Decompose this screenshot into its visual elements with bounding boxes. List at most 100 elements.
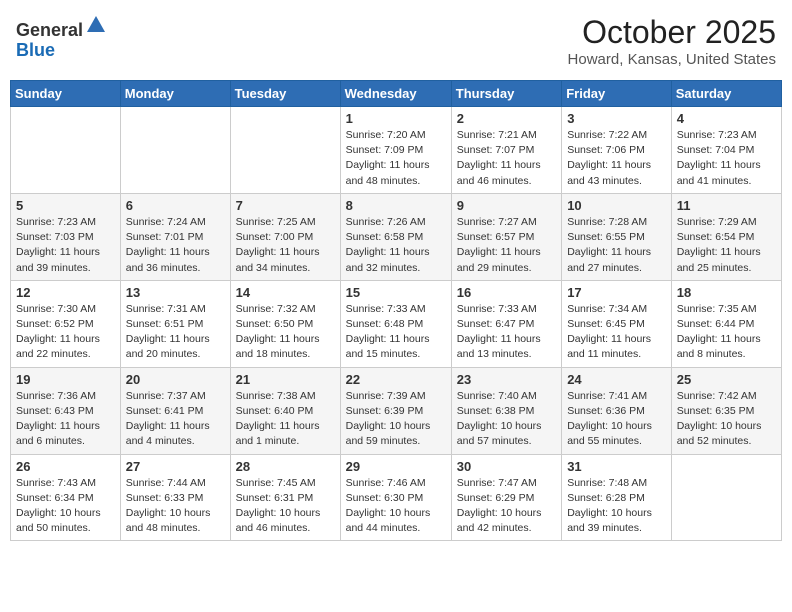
day-number: 13	[126, 285, 225, 300]
day-info: Sunrise: 7:38 AM Sunset: 6:40 PM Dayligh…	[236, 389, 335, 450]
day-number: 17	[567, 285, 666, 300]
day-number: 29	[346, 459, 446, 474]
day-info: Sunrise: 7:40 AM Sunset: 6:38 PM Dayligh…	[457, 389, 556, 450]
day-info: Sunrise: 7:44 AM Sunset: 6:33 PM Dayligh…	[126, 476, 225, 537]
day-number: 21	[236, 372, 335, 387]
calendar-week-row: 5 Sunrise: 7:23 AM Sunset: 7:03 PM Daylig…	[11, 193, 782, 280]
day-info: Sunrise: 7:33 AM Sunset: 6:47 PM Dayligh…	[457, 302, 556, 363]
day-number: 19	[16, 372, 115, 387]
title-block: October 2025 Howard, Kansas, United Stat…	[568, 14, 776, 68]
day-info: Sunrise: 7:46 AM Sunset: 6:30 PM Dayligh…	[346, 476, 446, 537]
day-number: 2	[457, 111, 556, 126]
calendar-day-cell: 9 Sunrise: 7:27 AM Sunset: 6:57 PM Daylig…	[451, 193, 561, 280]
calendar-day-cell: 1Sunrise: 7:20 AM Sunset: 7:09 PM Daylig…	[340, 107, 451, 194]
calendar-day-cell: 30 Sunrise: 7:47 AM Sunset: 6:29 PM Dayli…	[451, 454, 561, 541]
calendar-day-cell: 13 Sunrise: 7:31 AM Sunset: 6:51 PM Dayli…	[120, 280, 230, 367]
day-info: Sunrise: 7:29 AM Sunset: 6:54 PM Dayligh…	[677, 215, 776, 276]
calendar-day-cell: 23 Sunrise: 7:40 AM Sunset: 6:38 PM Dayli…	[451, 367, 561, 454]
day-number: 26	[16, 459, 115, 474]
calendar-day-cell: 14 Sunrise: 7:32 AM Sunset: 6:50 PM Dayli…	[230, 280, 340, 367]
day-info: Sunrise: 7:22 AM Sunset: 7:06 PM Dayligh…	[567, 128, 666, 189]
calendar-day-cell: 25 Sunrise: 7:42 AM Sunset: 6:35 PM Dayli…	[671, 367, 781, 454]
day-info: Sunrise: 7:23 AM Sunset: 7:03 PM Dayligh…	[16, 215, 115, 276]
calendar-day-cell: 7 Sunrise: 7:25 AM Sunset: 7:00 PM Daylig…	[230, 193, 340, 280]
day-number: 25	[677, 372, 776, 387]
calendar-day-cell: 29 Sunrise: 7:46 AM Sunset: 6:30 PM Dayli…	[340, 454, 451, 541]
day-info: Sunrise: 7:43 AM Sunset: 6:34 PM Dayligh…	[16, 476, 115, 537]
day-info: Sunrise: 7:32 AM Sunset: 6:50 PM Dayligh…	[236, 302, 335, 363]
day-number: 28	[236, 459, 335, 474]
calendar-day-cell: 16Sunrise: 7:33 AM Sunset: 6:47 PM Dayli…	[451, 280, 561, 367]
day-info: Sunrise: 7:20 AM Sunset: 7:09 PM Dayligh…	[346, 128, 446, 189]
day-number: 9	[457, 198, 556, 213]
day-number: 11	[677, 198, 776, 213]
day-number: 31	[567, 459, 666, 474]
day-number: 3	[567, 111, 666, 126]
calendar-day-cell: 22 Sunrise: 7:39 AM Sunset: 6:39 PM Dayli…	[340, 367, 451, 454]
day-number: 12	[16, 285, 115, 300]
calendar-week-row: 1Sunrise: 7:20 AM Sunset: 7:09 PM Daylig…	[11, 107, 782, 194]
calendar-day-cell: 27 Sunrise: 7:44 AM Sunset: 6:33 PM Dayli…	[120, 454, 230, 541]
calendar-day-cell: 20 Sunrise: 7:37 AM Sunset: 6:41 PM Dayli…	[120, 367, 230, 454]
day-info: Sunrise: 7:25 AM Sunset: 7:00 PM Dayligh…	[236, 215, 335, 276]
calendar-day-cell	[230, 107, 340, 194]
day-info: Sunrise: 7:37 AM Sunset: 6:41 PM Dayligh…	[126, 389, 225, 450]
calendar-day-header: Tuesday	[230, 81, 340, 107]
day-number: 5	[16, 198, 115, 213]
page-subtitle: Howard, Kansas, United States	[568, 51, 776, 68]
calendar-header-row: SundayMondayTuesdayWednesdayThursdayFrid…	[11, 81, 782, 107]
calendar-day-cell: 5 Sunrise: 7:23 AM Sunset: 7:03 PM Daylig…	[11, 193, 121, 280]
logo-blue: Blue	[16, 40, 55, 60]
day-info: Sunrise: 7:28 AM Sunset: 6:55 PM Dayligh…	[567, 215, 666, 276]
day-info: Sunrise: 7:27 AM Sunset: 6:57 PM Dayligh…	[457, 215, 556, 276]
day-info: Sunrise: 7:36 AM Sunset: 6:43 PM Dayligh…	[16, 389, 115, 450]
calendar-day-cell: 6Sunrise: 7:24 AM Sunset: 7:01 PM Daylig…	[120, 193, 230, 280]
calendar-table: SundayMondayTuesdayWednesdayThursdayFrid…	[10, 80, 782, 541]
day-info: Sunrise: 7:21 AM Sunset: 7:07 PM Dayligh…	[457, 128, 556, 189]
day-number: 10	[567, 198, 666, 213]
calendar-day-cell: 3 Sunrise: 7:22 AM Sunset: 7:06 PM Daylig…	[562, 107, 672, 194]
day-info: Sunrise: 7:34 AM Sunset: 6:45 PM Dayligh…	[567, 302, 666, 363]
day-number: 27	[126, 459, 225, 474]
day-info: Sunrise: 7:47 AM Sunset: 6:29 PM Dayligh…	[457, 476, 556, 537]
calendar-week-row: 26 Sunrise: 7:43 AM Sunset: 6:34 PM Dayli…	[11, 454, 782, 541]
calendar-week-row: 12 Sunrise: 7:30 AM Sunset: 6:52 PM Dayli…	[11, 280, 782, 367]
logo-general: General	[16, 20, 83, 40]
calendar-day-cell: 28 Sunrise: 7:45 AM Sunset: 6:31 PM Dayli…	[230, 454, 340, 541]
calendar-day-cell: 18 Sunrise: 7:35 AM Sunset: 6:44 PM Dayli…	[671, 280, 781, 367]
day-number: 7	[236, 198, 335, 213]
day-info: Sunrise: 7:41 AM Sunset: 6:36 PM Dayligh…	[567, 389, 666, 450]
day-number: 14	[236, 285, 335, 300]
day-number: 20	[126, 372, 225, 387]
calendar-day-cell: 26 Sunrise: 7:43 AM Sunset: 6:34 PM Dayli…	[11, 454, 121, 541]
day-number: 15	[346, 285, 446, 300]
calendar-day-header: Sunday	[11, 81, 121, 107]
day-number: 23	[457, 372, 556, 387]
calendar-day-cell: 19 Sunrise: 7:36 AM Sunset: 6:43 PM Dayli…	[11, 367, 121, 454]
day-info: Sunrise: 7:31 AM Sunset: 6:51 PM Dayligh…	[126, 302, 225, 363]
page-title: October 2025	[568, 14, 776, 51]
calendar-day-cell: 2 Sunrise: 7:21 AM Sunset: 7:07 PM Daylig…	[451, 107, 561, 194]
calendar-week-row: 19 Sunrise: 7:36 AM Sunset: 6:43 PM Dayli…	[11, 367, 782, 454]
day-number: 18	[677, 285, 776, 300]
day-info: Sunrise: 7:23 AM Sunset: 7:04 PM Dayligh…	[677, 128, 776, 189]
day-number: 4	[677, 111, 776, 126]
calendar-day-header: Monday	[120, 81, 230, 107]
day-info: Sunrise: 7:42 AM Sunset: 6:35 PM Dayligh…	[677, 389, 776, 450]
calendar-day-cell: 4 Sunrise: 7:23 AM Sunset: 7:04 PM Daylig…	[671, 107, 781, 194]
day-info: Sunrise: 7:39 AM Sunset: 6:39 PM Dayligh…	[346, 389, 446, 450]
day-info: Sunrise: 7:30 AM Sunset: 6:52 PM Dayligh…	[16, 302, 115, 363]
calendar-day-cell	[120, 107, 230, 194]
day-number: 30	[457, 459, 556, 474]
day-info: Sunrise: 7:45 AM Sunset: 6:31 PM Dayligh…	[236, 476, 335, 537]
page-header: General Blue October 2025 Howard, Kansas…	[10, 10, 782, 72]
calendar-day-cell	[11, 107, 121, 194]
day-info: Sunrise: 7:35 AM Sunset: 6:44 PM Dayligh…	[677, 302, 776, 363]
day-number: 24	[567, 372, 666, 387]
calendar-day-cell: 17 Sunrise: 7:34 AM Sunset: 6:45 PM Dayli…	[562, 280, 672, 367]
calendar-day-header: Thursday	[451, 81, 561, 107]
day-number: 22	[346, 372, 446, 387]
calendar-day-header: Friday	[562, 81, 672, 107]
calendar-day-cell	[671, 454, 781, 541]
day-info: Sunrise: 7:33 AM Sunset: 6:48 PM Dayligh…	[346, 302, 446, 363]
